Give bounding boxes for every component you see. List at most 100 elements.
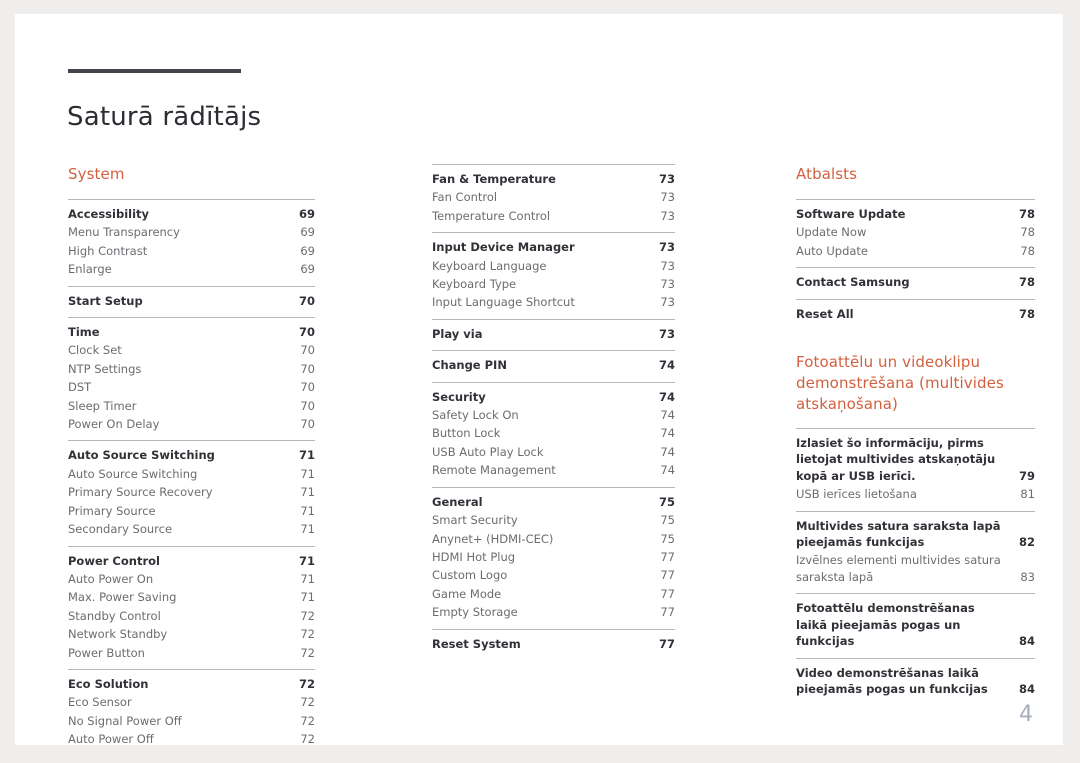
toc-entry-page: 71 [300, 590, 315, 605]
toc-entry-sub[interactable]: DST 70 [68, 378, 315, 396]
toc-column-right: Atbalsts Software Update 78 Update Now 78 Aut… [796, 164, 1035, 705]
toc-entry-main[interactable]: Input Device Manager 73 [432, 238, 675, 256]
toc-entry-page: 71 [300, 503, 315, 518]
toc-entry-page: 72 [300, 713, 315, 728]
toc-entry-sub[interactable]: Power Button 72 [68, 644, 315, 662]
toc-entry-sub[interactable]: Game Mode 77 [432, 585, 675, 603]
section-heading: Fotoattēlu un videoklipu demonstrēšana (… [796, 353, 1004, 414]
toc-entry-main[interactable]: Change PIN 74 [432, 356, 675, 374]
toc-entry-label: Update Now [796, 225, 867, 240]
toc-entry-page: 70 [300, 361, 315, 376]
toc-group: Software Update 78 Update Now 78 Auto Update… [796, 199, 1035, 267]
toc-entry-sub[interactable]: USB ierīces lietošana 81 [796, 485, 1035, 503]
toc-entry-label: USB Auto Play Lock [432, 444, 544, 459]
toc-entry-main[interactable]: Power Control 71 [68, 552, 315, 570]
toc-entry-main[interactable]: Accessibility 69 [68, 205, 315, 223]
toc-entry-main[interactable]: Contact Samsung 78 [796, 273, 1035, 291]
toc-entry-label: Fotoattēlu demonstrēšanas laikā pieejamā… [796, 601, 975, 649]
toc-entry-sub[interactable]: Network Standby 72 [68, 625, 315, 643]
toc-entry-sub[interactable]: USB Auto Play Lock 74 [432, 443, 675, 461]
toc-entry-sub[interactable]: Fan Control 73 [432, 188, 675, 206]
toc-entry-label: Custom Logo [432, 568, 508, 583]
title-rule [68, 69, 241, 73]
toc-entry-main[interactable]: Eco Solution 72 [68, 675, 315, 693]
toc-entry-sub[interactable]: HDMI Hot Plug 77 [432, 548, 675, 566]
toc-entry-page: 71 [300, 466, 315, 481]
toc-entry-sub[interactable]: Eco Sensor 72 [68, 693, 315, 711]
toc-entry-page: 72 [300, 627, 315, 642]
toc-entry-sub[interactable]: Keyboard Language 73 [432, 257, 675, 275]
toc-entry-main[interactable]: Reset System 77 [432, 635, 675, 653]
toc-entry-main[interactable]: Video demonstrēšanas laikā pieejamās pog… [796, 664, 1035, 699]
toc-entry-sub[interactable]: Empty Storage 77 [432, 603, 675, 621]
toc-entry-sub[interactable]: Anynet+ (HDMI-CEC) 75 [432, 530, 675, 548]
toc-entry-label: Menu Transparency [68, 225, 180, 240]
toc-entry-sub[interactable]: Safety Lock On 74 [432, 406, 675, 424]
toc-entry-sub[interactable]: Clock Set 70 [68, 341, 315, 359]
toc-group: Fotoattēlu demonstrēšanas laikā pieejamā… [796, 593, 1035, 657]
toc-group: Change PIN 74 [432, 350, 675, 381]
toc-entry-sub[interactable]: Standby Control 72 [68, 607, 315, 625]
toc-entry-main[interactable]: Auto Source Switching 71 [68, 446, 315, 464]
toc-entry-label: NTP Settings [68, 361, 142, 376]
toc-entry-page: 70 [300, 343, 315, 358]
toc-entry-sub[interactable]: Auto Update 78 [796, 242, 1035, 260]
toc-entry-main[interactable]: Multivides satura saraksta lapā pieejamā… [796, 517, 1035, 552]
toc-entry-sub[interactable]: Custom Logo 77 [432, 566, 675, 584]
toc-entry-main[interactable]: Software Update 78 [796, 205, 1035, 223]
toc-entry-main[interactable]: Play via 73 [432, 325, 675, 343]
toc-group: Video demonstrēšanas laikā pieejamās pog… [796, 657, 1035, 706]
toc-entry-label: Time [68, 325, 100, 340]
toc-entry-page: 73 [660, 190, 675, 205]
toc-entry-main[interactable]: Start Setup 70 [68, 292, 315, 310]
toc-group: Play via 73 [432, 318, 675, 350]
toc-entry-sub[interactable]: Update Now 78 [796, 223, 1035, 241]
toc-entry-sub[interactable]: Remote Management 74 [432, 461, 675, 479]
toc-entry-sub[interactable]: NTP Settings 70 [68, 360, 315, 378]
toc-entry-page: 73 [658, 326, 675, 341]
toc-entry-sub[interactable]: Menu Transparency 69 [68, 223, 315, 241]
toc-entry-page: 78 [1018, 275, 1035, 290]
toc-entry-label: Auto Source Switching [68, 466, 198, 481]
toc-entry-page: 71 [298, 448, 315, 463]
toc-entry-label: Fan Control [432, 190, 498, 205]
toc-entry-sub[interactable]: Input Language Shortcut 73 [432, 293, 675, 311]
toc-entry-sub[interactable]: No Signal Power Off 72 [68, 712, 315, 730]
toc-entry-sub[interactable]: High Contrast 69 [68, 242, 315, 260]
toc-entry-label: USB ierīces lietošana [796, 487, 917, 502]
toc-entry-sub[interactable]: Power On Delay 70 [68, 415, 315, 433]
toc-entry-sub[interactable]: Primary Source Recovery 71 [68, 483, 315, 501]
toc-entry-main[interactable]: Izlasiet šo informāciju, pirms lietojat … [796, 434, 1035, 485]
toc-entry-main[interactable]: Security 74 [432, 388, 675, 406]
toc-entry-sub[interactable]: Max. Power Saving 71 [68, 588, 315, 606]
toc-entry-label: Enlarge [68, 262, 112, 277]
toc-entry-main[interactable]: Reset All 78 [796, 305, 1035, 323]
toc-entry-main[interactable]: Fotoattēlu demonstrēšanas laikā pieejamā… [796, 599, 1035, 650]
document-page: Saturā rādītājs System Accessibility 69 Men… [15, 14, 1063, 748]
toc-entry-sub[interactable]: Temperature Control 73 [432, 207, 675, 225]
toc-entry-sub[interactable]: Keyboard Type 73 [432, 275, 675, 293]
toc-entry-main[interactable]: General 75 [432, 493, 675, 511]
toc-entry-label: Auto Power Off [68, 732, 154, 747]
toc-entry-sub[interactable]: Enlarge 69 [68, 260, 315, 278]
section-heading: System [68, 165, 125, 183]
toc-entry-page: 74 [660, 463, 675, 478]
toc-entry-sub[interactable]: Primary Source 71 [68, 502, 315, 520]
toc-entry-sub[interactable]: Auto Source Switching 71 [68, 465, 315, 483]
toc-entry-sub[interactable]: Auto Power Off 72 [68, 730, 315, 748]
toc-group: Fan & Temperature 73 Fan Control 73 Temperat… [432, 164, 675, 232]
toc-entry-sub[interactable]: Sleep Timer 70 [68, 397, 315, 415]
toc-group: Izlasiet šo informāciju, pirms lietojat … [796, 428, 1035, 511]
toc-group: Power Control 71 Auto Power On 71 Max. Power… [68, 545, 315, 669]
toc-entry-label: Video demonstrēšanas laikā pieejamās pog… [796, 665, 988, 696]
toc-group: Start Setup 70 [68, 285, 315, 317]
toc-entry-label: Network Standby [68, 627, 168, 642]
toc-entry-sub[interactable]: Izvēlnes elementi multivides satura sara… [796, 551, 1035, 586]
toc-entry-sub[interactable]: Smart Security 75 [432, 511, 675, 529]
toc-entry-sub[interactable]: Button Lock 74 [432, 424, 675, 442]
toc-entry-sub[interactable]: Secondary Source 71 [68, 520, 315, 538]
toc-entry-label: Primary Source Recovery [68, 485, 213, 500]
toc-entry-main[interactable]: Time 70 [68, 323, 315, 341]
toc-entry-sub[interactable]: Auto Power On 71 [68, 570, 315, 588]
toc-entry-main[interactable]: Fan & Temperature 73 [432, 170, 675, 188]
